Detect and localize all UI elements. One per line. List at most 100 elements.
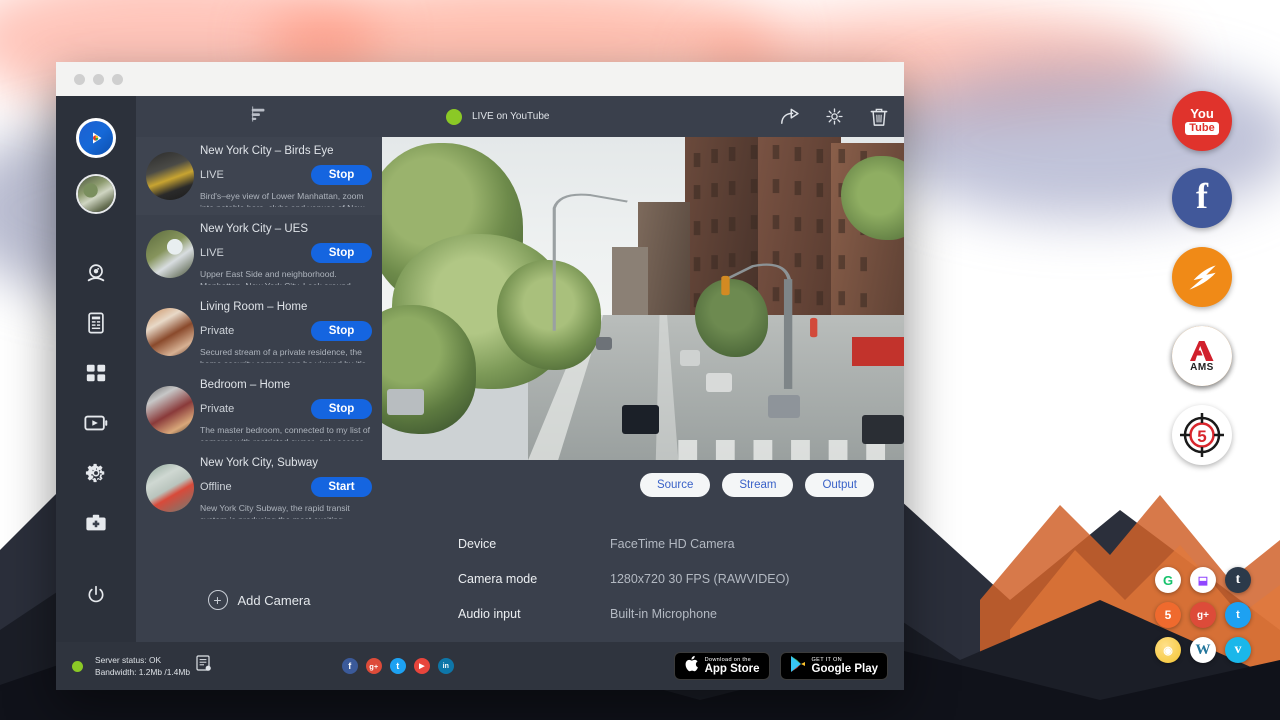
- camera-list-item[interactable]: New York City, Subway Offline Start New …: [136, 449, 382, 527]
- apple-icon: [684, 655, 699, 678]
- share-icon[interactable]: [779, 108, 799, 126]
- google-plus-icon[interactable]: g+: [366, 658, 382, 674]
- twitch-mini-icon[interactable]: ⬓: [1190, 567, 1216, 593]
- info-row: Device FaceTime HD Camera: [458, 526, 904, 561]
- camera-action-button[interactable]: Stop: [311, 243, 372, 263]
- webcam-icon: [85, 262, 107, 284]
- store-badges: Download on the App Store GE: [674, 652, 888, 680]
- app-logo[interactable]: [76, 118, 116, 158]
- video-car: [622, 405, 659, 434]
- camera-list-item[interactable]: New York City – Birds Eye LIVE Stop Bird…: [136, 137, 382, 215]
- camera-status: Offline: [200, 481, 311, 493]
- tumblr-mini-icon[interactable]: t: [1225, 567, 1251, 593]
- camera-title: New York City, Subway: [200, 457, 372, 469]
- adobe-a-icon: [1189, 340, 1215, 362]
- camera-list-panel: New York City – Birds Eye LIVE Stop Bird…: [136, 96, 382, 642]
- sort-icon[interactable]: [250, 105, 268, 128]
- adobe-ams-dock-icon[interactable]: AMS: [1172, 326, 1232, 386]
- close-button[interactable]: [74, 74, 85, 85]
- power-icon: [86, 585, 106, 605]
- video-preview[interactable]: [382, 137, 904, 460]
- minimize-button[interactable]: [93, 74, 104, 85]
- camera-action-button[interactable]: Start: [311, 477, 372, 497]
- facebook-icon[interactable]: f: [342, 658, 358, 674]
- sidebar-item-reports[interactable]: [73, 306, 119, 340]
- camera-title: Living Room – Home: [200, 301, 372, 313]
- camera-action-button[interactable]: Stop: [311, 165, 372, 185]
- youtube-icon[interactable]: ▶: [414, 658, 430, 674]
- info-label: Device: [458, 537, 610, 551]
- camera-description: The master bedroom, connected to my list…: [200, 424, 372, 441]
- facebook-dock-icon[interactable]: f: [1172, 168, 1232, 228]
- video-car: [387, 389, 424, 415]
- twitter-mini-icon[interactable]: t: [1225, 602, 1251, 628]
- user-avatar[interactable]: [76, 174, 116, 214]
- settings-tabs: Source Stream Output: [382, 460, 904, 510]
- camera-status: LIVE: [200, 247, 311, 259]
- camera-list-header: [136, 96, 382, 137]
- facebook-glyph: f: [1196, 178, 1208, 214]
- video-car: [862, 415, 904, 444]
- sidebar-item-power[interactable]: [73, 578, 119, 612]
- desktop: New York City – Birds Eye LIVE Stop Bird…: [0, 0, 1280, 720]
- google-play-bottom: Google Play: [812, 663, 878, 676]
- window-body: New York City – Birds Eye LIVE Stop Bird…: [56, 96, 904, 642]
- camera-thumbnail: [146, 386, 194, 434]
- youtube-dock-icon[interactable]: You Tube: [1172, 91, 1232, 151]
- crosshair-five-icon: 5: [1176, 409, 1228, 461]
- camera-title: New York City – UES: [200, 223, 372, 235]
- camera-action-button[interactable]: Stop: [311, 399, 372, 419]
- camera-title: Bedroom – Home: [200, 379, 372, 391]
- twitter-icon[interactable]: t: [390, 658, 406, 674]
- camera-list-item[interactable]: Bedroom – Home Private Stop The master b…: [136, 371, 382, 449]
- tab-output[interactable]: Output: [805, 473, 874, 497]
- app-store-badge[interactable]: Download on the App Store: [674, 652, 770, 680]
- sidebar-item-cameras[interactable]: [73, 256, 119, 290]
- sun-mini-icon[interactable]: ◉: [1155, 637, 1181, 663]
- camera-thumbnail: [146, 464, 194, 512]
- vimeo-mini-icon[interactable]: v: [1225, 637, 1251, 663]
- video-car: [768, 395, 799, 418]
- trash-icon[interactable]: [870, 107, 888, 127]
- google-plus-mini-icon[interactable]: g+: [1190, 602, 1216, 628]
- sidebar-item-settings[interactable]: [73, 456, 119, 490]
- target-five-dock-icon[interactable]: 5: [1172, 405, 1232, 465]
- add-camera-button[interactable]: + Add Camera: [136, 558, 382, 642]
- camera-description: Upper East Side and neighborhood. Manhat…: [200, 268, 372, 285]
- gear-icon[interactable]: [825, 107, 844, 126]
- linkedin-icon[interactable]: in: [438, 658, 454, 674]
- video-car: [680, 350, 701, 366]
- info-label: Camera mode: [458, 572, 610, 586]
- tab-stream[interactable]: Stream: [722, 473, 793, 497]
- google-play-badge[interactable]: GET IT ON Google Play: [780, 652, 888, 680]
- gear-icon: [85, 462, 107, 484]
- camera-description: Secured stream of a private residence, t…: [200, 346, 372, 363]
- info-value[interactable]: FaceTime HD Camera: [610, 537, 735, 551]
- wordpress-mini-icon[interactable]: W: [1190, 637, 1216, 663]
- camera-title: New York City – Birds Eye: [200, 145, 372, 157]
- camera-list-item[interactable]: New York City – UES LIVE Stop Upper East…: [136, 215, 382, 293]
- camera-list-item[interactable]: Living Room – Home Private Stop Secured …: [136, 293, 382, 371]
- info-value[interactable]: Built-in Microphone: [610, 607, 717, 621]
- info-value[interactable]: 1280x720 30 FPS (RAWVIDEO): [610, 572, 789, 586]
- wirecast-dock-icon-main[interactable]: [1172, 247, 1232, 307]
- grammarly-mini-icon[interactable]: G: [1155, 567, 1181, 593]
- tab-source[interactable]: Source: [640, 473, 710, 497]
- camera-description: New York City Subway, the rapid transit …: [200, 502, 372, 519]
- camera-thumbnail: [146, 308, 194, 356]
- sidebar-item-broadcast[interactable]: [73, 406, 119, 440]
- lightning-bolt-icon: [1181, 256, 1223, 298]
- sidebar-item-dashboard[interactable]: [73, 356, 119, 390]
- app-store-text: Download on the App Store: [705, 657, 760, 676]
- screen-play-icon: [84, 413, 108, 433]
- server-status-dot: [72, 661, 83, 672]
- five-mini-icon[interactable]: 5: [1155, 602, 1181, 628]
- info-row: Camera mode 1280x720 30 FPS (RAWVIDEO): [458, 561, 904, 596]
- sidebar-item-support[interactable]: [73, 506, 119, 540]
- main-toolbar: LIVE on YouTube: [382, 96, 904, 137]
- footer-social-links: f g+ t ▶ in: [122, 658, 674, 674]
- camera-thumbnail: [146, 230, 194, 278]
- sidebar-rail: [56, 96, 136, 642]
- camera-action-button[interactable]: Stop: [311, 321, 372, 341]
- zoom-button[interactable]: [112, 74, 123, 85]
